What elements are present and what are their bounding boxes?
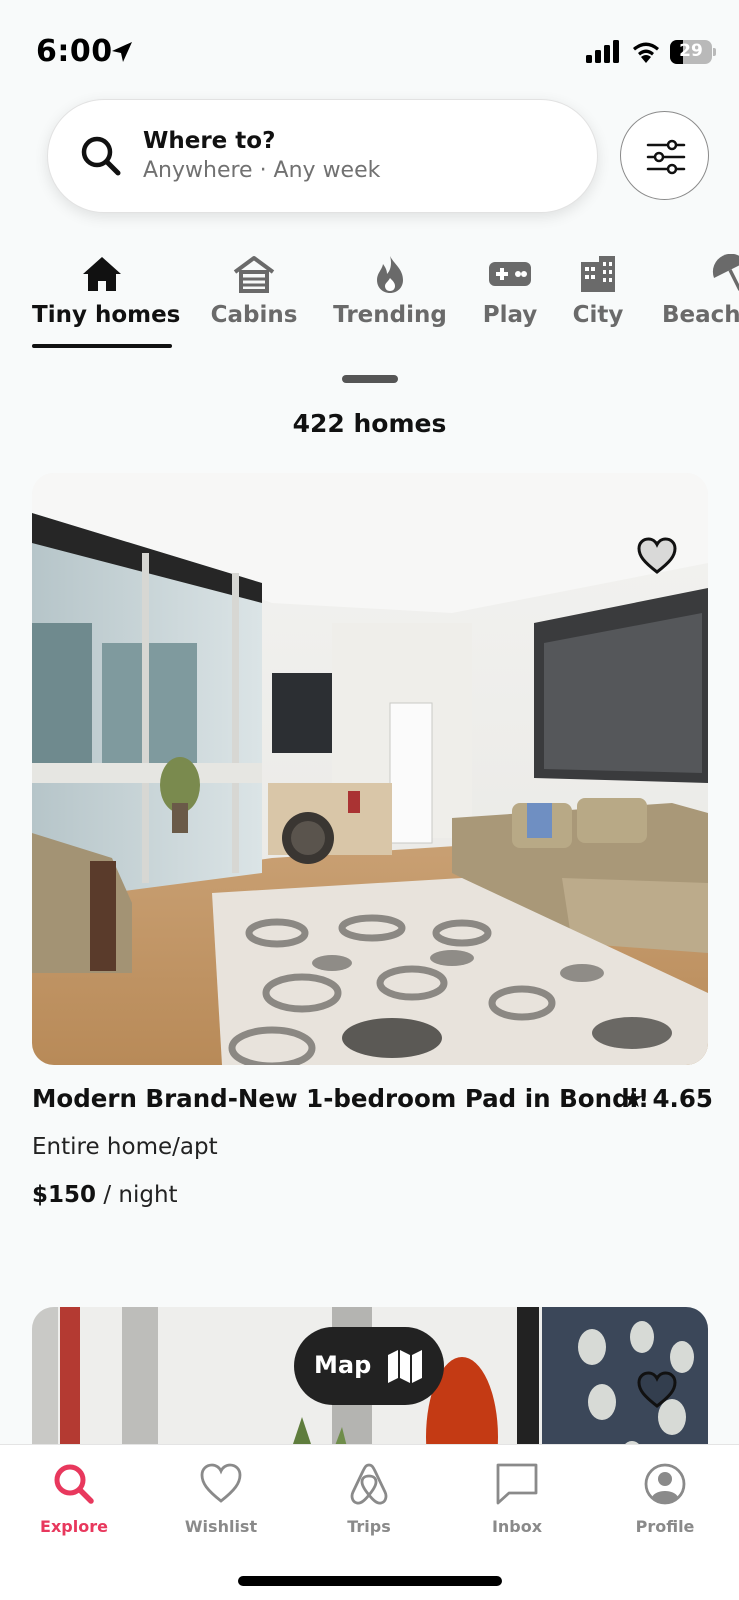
wishlist-heart-icon[interactable] [636,536,678,576]
listing-title[interactable]: Modern Brand-New 1-bedroom Pad in Bondi! [32,1084,649,1113]
category-cabins[interactable]: Cabins [206,254,302,346]
cabin-icon [233,256,275,293]
category-tiny-homes[interactable]: Tiny homes [32,254,181,346]
star-icon: ★ [622,1084,644,1113]
user-circle-icon [644,1463,686,1505]
status-time: 6:00 [36,34,113,69]
sliders-icon [646,139,686,175]
results-count: 422 homes [292,409,447,438]
buildings-icon [581,256,615,292]
tab-explore[interactable]: Explore [14,1461,134,1536]
airbnb-logo-icon [350,1463,388,1505]
status-bar: 6:00 29 [0,0,739,95]
heart-icon [200,1463,242,1503]
battery-level: 29 [679,41,703,61]
listing-photo[interactable] [32,473,708,1065]
tab-trips[interactable]: Trips [309,1461,429,1536]
category-label: Play [482,302,538,328]
message-icon [496,1463,538,1505]
wishlist-heart-icon[interactable] [636,1370,678,1410]
rating-value: 4.65 [652,1084,713,1113]
search-title: Where to? [143,128,276,154]
map-button[interactable]: Map [294,1327,444,1405]
tab-label: Explore [40,1517,108,1536]
filters-button[interactable] [620,111,709,200]
tab-label: Trips [347,1517,391,1536]
search-icon [54,1464,94,1504]
battery-icon: 29 [670,40,716,64]
category-active-indicator [32,344,172,348]
price-amount: $150 [32,1182,97,1208]
category-label: Cabins [210,302,298,328]
map-icon [388,1350,422,1383]
search-subtitle: Anywhere · Any week [143,158,381,183]
home-indicator[interactable] [238,1576,502,1586]
tab-inbox[interactable]: Inbox [457,1461,577,1536]
umbrella-icon [712,254,739,291]
price-unit: / night [96,1182,178,1208]
search-icon [81,136,121,176]
tab-label: Inbox [491,1517,543,1536]
cellular-signal-icon [586,40,619,63]
category-label: Trending [333,302,447,328]
category-label: Tiny homes [32,302,181,328]
sheet-drag-handle[interactable] [342,375,398,383]
category-trending[interactable]: Trending [332,254,448,346]
gamepad-icon [489,262,531,286]
living-room-photo [32,473,708,1065]
category-city[interactable]: City [570,254,626,346]
tab-profile[interactable]: Profile [605,1461,725,1536]
tab-label: Wishlist [184,1517,258,1536]
house-icon [83,257,121,291]
listing-type: Entire home/apt [32,1134,218,1160]
location-arrow-icon [112,42,132,62]
tab-wishlist[interactable]: Wishlist [161,1461,281,1536]
listing-rating: ★ 4.65 [622,1084,713,1113]
search-bar[interactable]: Where to? Anywhere · Any week [47,99,598,213]
listing-price: $150 / night [32,1182,178,1208]
category-label: Beach [662,302,739,328]
category-play[interactable]: Play [478,254,542,346]
category-beach[interactable]: Beach [662,254,739,346]
map-button-label: Map [314,1351,372,1379]
category-label: City [572,302,624,328]
fire-icon [377,256,403,293]
wifi-icon [633,42,659,63]
tab-label: Profile [635,1517,695,1536]
